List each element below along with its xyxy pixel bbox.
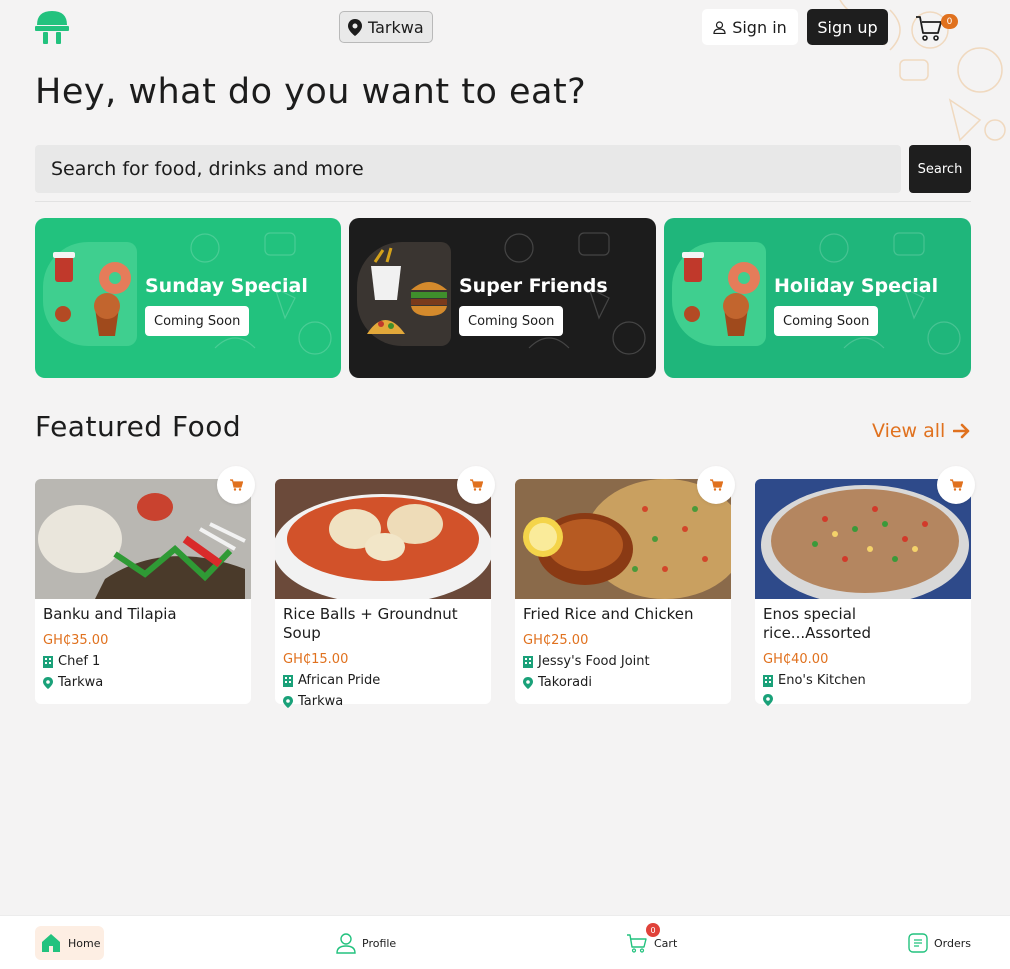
food-name: Rice Balls + Groundnut Soup bbox=[283, 605, 458, 642]
vendor-row: Eno's Kitchen bbox=[763, 673, 866, 688]
promo-title: Sunday Special bbox=[145, 275, 308, 297]
location-pin-icon bbox=[283, 695, 293, 708]
arrow-right-icon bbox=[953, 423, 970, 439]
location-row: Tarkwa bbox=[283, 694, 343, 709]
promo-food-art bbox=[357, 242, 451, 346]
view-all-link[interactable]: View all bbox=[872, 420, 971, 442]
promo-title: Holiday Special bbox=[774, 275, 939, 297]
location-pin-icon bbox=[348, 18, 362, 36]
food-image bbox=[275, 479, 491, 599]
promo-title: Super Friends bbox=[459, 275, 608, 297]
promo-banner-sunday[interactable]: Sunday Special Coming Soon bbox=[35, 218, 341, 378]
user-icon bbox=[713, 20, 726, 34]
search-bar: Search bbox=[35, 145, 971, 193]
location-name: Tarkwa bbox=[298, 694, 344, 709]
orders-list-icon bbox=[908, 933, 928, 953]
promo-banner-holiday[interactable]: Holiday Special Coming Soon bbox=[664, 218, 971, 378]
food-card[interactable]: Fried Rice and Chicken GH₵25.00 Jessy's … bbox=[515, 466, 735, 704]
food-image bbox=[515, 479, 731, 599]
cart-count-badge: 0 bbox=[646, 923, 660, 937]
add-to-cart-button[interactable] bbox=[697, 466, 735, 504]
add-to-cart-button[interactable] bbox=[937, 466, 975, 504]
cart-count-badge: 0 bbox=[941, 14, 958, 29]
vendor-row: Chef 1 bbox=[43, 654, 100, 669]
building-icon bbox=[763, 674, 773, 687]
food-card[interactable]: Banku and Tilapia GH₵35.00 Chef 1 Tarkwa bbox=[35, 466, 255, 704]
coming-soon-button[interactable]: Coming Soon bbox=[459, 306, 564, 336]
location-name: Tarkwa bbox=[58, 675, 104, 690]
nav-label: Profile bbox=[362, 936, 397, 950]
app-logo-icon[interactable] bbox=[35, 9, 69, 45]
location-row bbox=[763, 694, 778, 706]
nav-label: Orders bbox=[934, 936, 971, 950]
search-button[interactable]: Search bbox=[909, 145, 971, 193]
promo-food-art bbox=[43, 242, 137, 346]
divider bbox=[35, 201, 971, 202]
nav-label: Cart bbox=[654, 936, 678, 950]
promo-banner-super-friends[interactable]: Super Friends Coming Soon bbox=[349, 218, 656, 378]
nav-item-home[interactable]: Home bbox=[35, 926, 104, 960]
vendor-name: Chef 1 bbox=[58, 654, 101, 669]
section-title: Featured Food bbox=[35, 410, 242, 443]
nav-item-profile[interactable]: Profile bbox=[336, 926, 396, 960]
vendor-name: African Pride bbox=[298, 673, 381, 688]
food-price: GH₵35.00 bbox=[43, 633, 109, 648]
food-card[interactable]: Enos special rice...Assorted GH₵40.00 En… bbox=[755, 466, 975, 706]
food-image bbox=[35, 479, 251, 599]
cart-icon[interactable] bbox=[914, 14, 944, 42]
location-label: Tarkwa bbox=[368, 17, 424, 37]
sign-in-button[interactable]: Sign in bbox=[702, 9, 798, 45]
vendor-row: Jessy's Food Joint bbox=[523, 654, 650, 669]
location-row: Takoradi bbox=[523, 675, 592, 690]
nav-item-orders[interactable]: Orders bbox=[908, 926, 971, 960]
add-to-cart-button[interactable] bbox=[457, 466, 495, 504]
coming-soon-button[interactable]: Coming Soon bbox=[774, 306, 879, 336]
location-selector[interactable]: Tarkwa bbox=[339, 11, 433, 43]
promo-food-art bbox=[672, 242, 766, 346]
building-icon bbox=[523, 655, 533, 668]
sign-up-button[interactable]: Sign up bbox=[807, 9, 888, 45]
cart-icon bbox=[469, 479, 483, 491]
vendor-name: Jessy's Food Joint bbox=[538, 654, 650, 669]
location-name: Takoradi bbox=[538, 675, 592, 690]
vendor-name: Eno's Kitchen bbox=[778, 673, 866, 688]
food-name: Banku and Tilapia bbox=[43, 605, 177, 623]
cart-icon bbox=[627, 934, 647, 953]
coming-soon-button[interactable]: Coming Soon bbox=[145, 306, 250, 336]
view-all-label: View all bbox=[872, 420, 946, 442]
location-pin-icon bbox=[763, 694, 773, 706]
building-icon bbox=[43, 655, 53, 668]
food-card[interactable]: Rice Balls + Groundnut Soup GH₵15.00 Afr… bbox=[275, 466, 495, 709]
bottom-nav: Home Profile Cart Orders bbox=[0, 915, 1010, 969]
add-to-cart-button[interactable] bbox=[217, 466, 255, 504]
sign-in-label: Sign in bbox=[732, 17, 787, 37]
search-input[interactable] bbox=[35, 145, 901, 193]
cart-icon bbox=[229, 479, 243, 491]
food-image bbox=[755, 479, 971, 599]
food-name: Enos special rice...Assorted bbox=[763, 605, 871, 642]
vendor-row: African Pride bbox=[283, 673, 380, 688]
food-price: GH₵15.00 bbox=[283, 652, 349, 667]
nav-label: Home bbox=[68, 936, 101, 950]
cart-icon bbox=[709, 479, 723, 491]
location-pin-icon bbox=[523, 676, 533, 689]
food-price: GH₵40.00 bbox=[763, 652, 829, 667]
user-icon bbox=[336, 933, 356, 954]
location-pin-icon bbox=[43, 676, 53, 689]
home-icon bbox=[42, 934, 60, 952]
food-name: Fried Rice and Chicken bbox=[523, 605, 694, 623]
building-icon bbox=[283, 674, 293, 687]
cart-icon bbox=[949, 479, 963, 491]
page-title: Hey, what do you want to eat? bbox=[35, 72, 587, 112]
food-price: GH₵25.00 bbox=[523, 633, 589, 648]
location-row: Tarkwa bbox=[43, 675, 103, 690]
